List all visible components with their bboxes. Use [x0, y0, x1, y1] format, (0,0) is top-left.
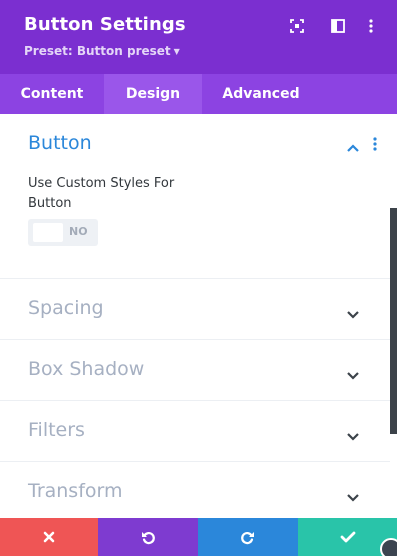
chevron-up-icon[interactable]: [346, 138, 360, 152]
chevron-down-icon[interactable]: [346, 305, 360, 319]
settings-panel: Button Use Custom Styles For Button NO S…: [0, 114, 397, 518]
sidebar-layout-icon[interactable]: [330, 18, 346, 34]
close-icon: [43, 531, 55, 543]
settings-header: Button Settings Preset: Button preset ▼: [0, 0, 397, 74]
preset-selector[interactable]: Preset: Button preset ▼: [24, 44, 180, 58]
modal-title: Button Settings: [24, 14, 186, 35]
section-title-button[interactable]: Button: [28, 132, 92, 154]
cancel-button[interactable]: [0, 518, 98, 556]
divider: [0, 400, 390, 401]
section-title-spacing[interactable]: Spacing: [28, 297, 104, 319]
undo-icon: [142, 531, 155, 545]
scrollbar[interactable]: [390, 208, 397, 434]
divider: [0, 339, 390, 340]
toggle-value: NO: [69, 225, 88, 238]
chevron-down-icon[interactable]: [346, 366, 360, 380]
page-settings-fab[interactable]: [380, 538, 397, 556]
section-title-filters[interactable]: Filters: [28, 419, 85, 441]
redo-icon: [241, 531, 254, 545]
section-more-icon[interactable]: [370, 136, 380, 152]
tab-design[interactable]: Design: [104, 74, 202, 114]
toggle-knob: [33, 223, 63, 242]
fullscreen-icon[interactable]: [289, 18, 305, 34]
divider: [0, 461, 390, 462]
preset-label: Preset: Button preset: [24, 44, 171, 58]
more-vertical-icon[interactable]: [363, 18, 379, 34]
section-title-transform[interactable]: Transform: [28, 480, 123, 502]
action-footer: [0, 518, 397, 556]
undo-button[interactable]: [98, 518, 198, 556]
tab-content[interactable]: Content: [0, 74, 104, 114]
chevron-down-icon[interactable]: [346, 488, 360, 502]
chevron-down-icon[interactable]: [346, 427, 360, 441]
custom-styles-label: Use Custom Styles For Button: [28, 176, 175, 211]
redo-button[interactable]: [198, 518, 298, 556]
custom-styles-toggle[interactable]: NO: [28, 219, 98, 246]
tab-bar: Content Design Advanced: [0, 74, 397, 114]
check-icon: [340, 531, 355, 543]
divider: [0, 278, 390, 279]
section-title-box-shadow[interactable]: Box Shadow: [28, 358, 144, 380]
tab-advanced[interactable]: Advanced: [202, 74, 320, 114]
caret-down-icon: ▼: [173, 47, 180, 56]
